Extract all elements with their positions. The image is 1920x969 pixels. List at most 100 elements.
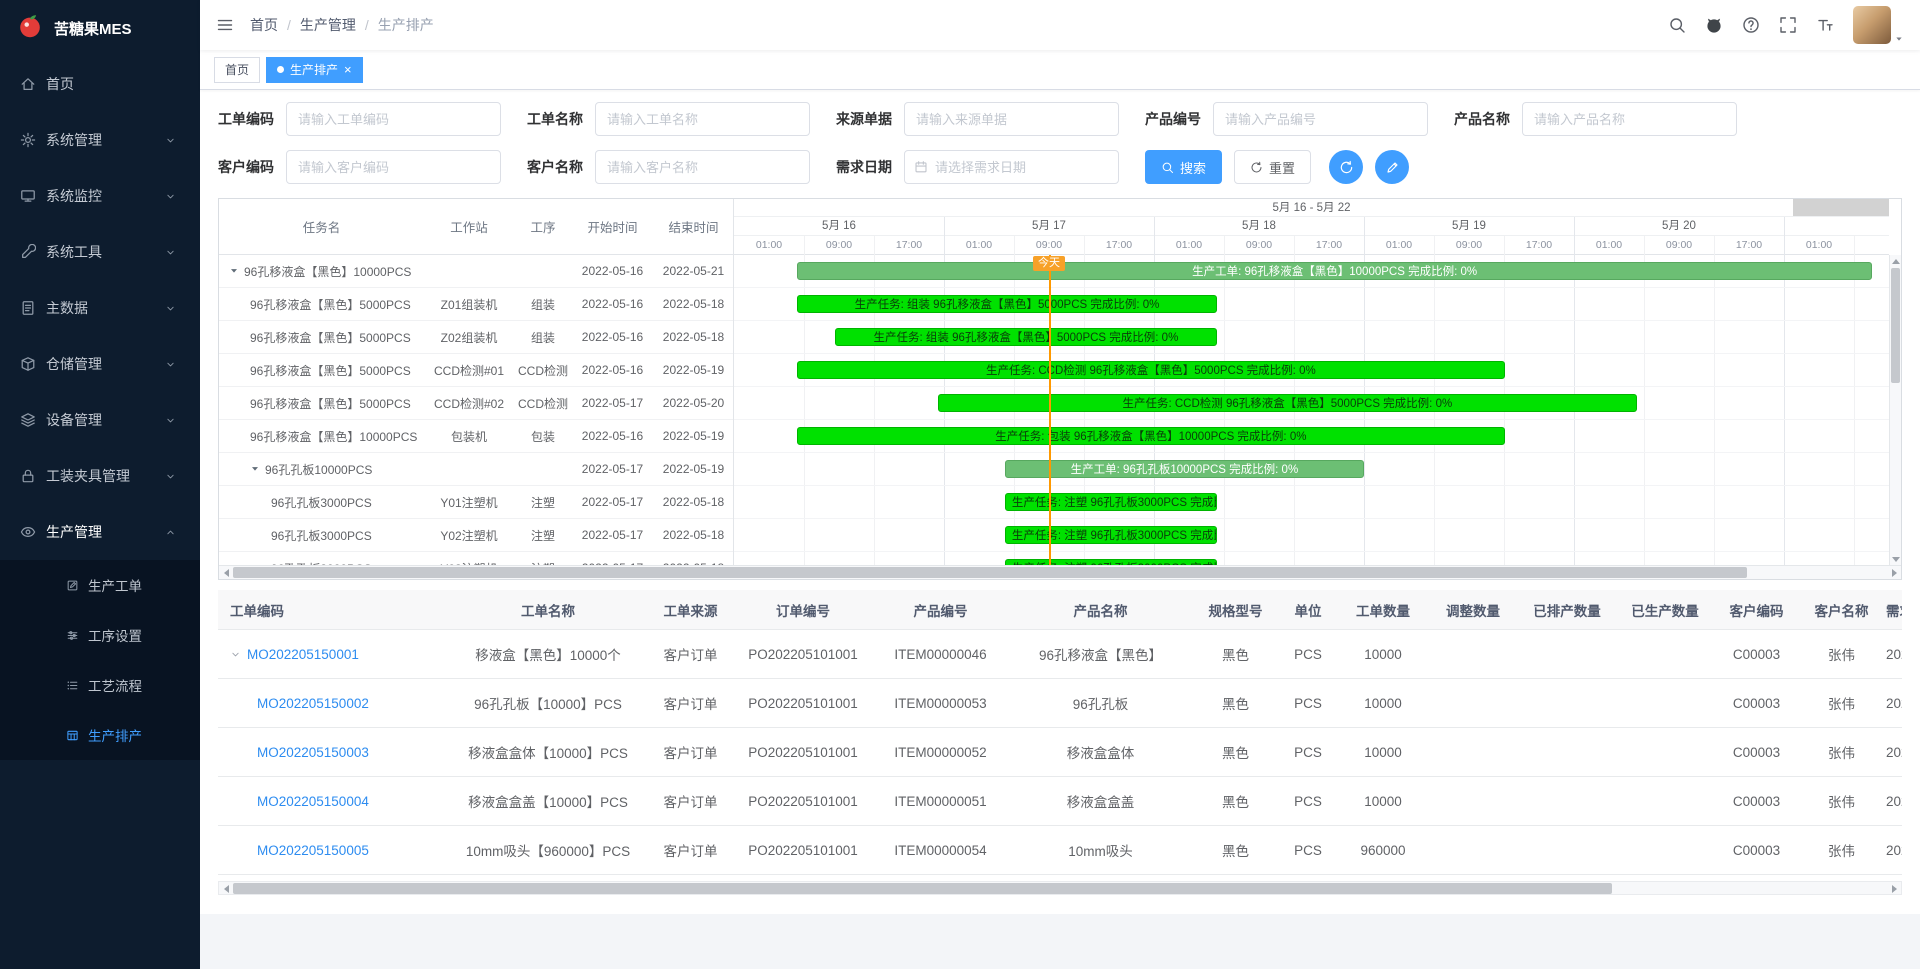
breadcrumb-item[interactable]: 首页 [250, 15, 278, 35]
refresh-circle-button[interactable] [1329, 150, 1363, 184]
search-button[interactable]: 搜索 [1145, 150, 1222, 184]
task-name-cell: 96孔孔板10000PCS [219, 461, 424, 478]
text-input[interactable] [595, 102, 810, 136]
gantt-task-row[interactable]: 96孔孔板10000PCS2022-05-172022-05-19 [219, 453, 733, 486]
scroll-up-arrow[interactable] [1890, 255, 1901, 267]
gantt-task-row[interactable]: 96孔移液盒【黑色】5000PCSCCD检测#02CCD检测2022-05-17… [219, 387, 733, 420]
gantt-bar-task[interactable]: 生产任务: CCD检测 96孔移液盒【黑色】5000PCS 完成比例: 0% [797, 361, 1505, 379]
gantt-bar-task[interactable]: 生产任务: 注塑 96孔孔板3000PCS 完成比例: 0% [1005, 493, 1217, 511]
sidebar-item-home[interactable]: 首页 [0, 56, 200, 112]
scroll-left-arrow[interactable] [219, 882, 233, 895]
gantt-task-row[interactable]: 96孔移液盒【黑色】5000PCSCCD检测#01CCD检测2022-05-16… [219, 354, 733, 387]
text-input-field[interactable] [298, 160, 489, 175]
order-code-link[interactable]: MO202205150005 [257, 843, 369, 858]
text-input-field[interactable] [607, 112, 798, 127]
orders-horizontal-scrollbar[interactable] [218, 881, 1902, 895]
timeline-time-label: 01:00 [1596, 236, 1622, 254]
scroll-right-arrow[interactable] [1887, 566, 1901, 579]
gantt-task-row[interactable]: 96孔移液盒【黑色】5000PCSZ01组装机组装2022-05-162022-… [219, 288, 733, 321]
gantt-task-row[interactable]: 96孔孔板3000PCSY03注塑机注塑2022-05-172022-05-18 [219, 552, 733, 565]
sidebar-subitem-process-flow[interactable]: 工艺流程 [0, 660, 200, 710]
topbar-help-button[interactable] [1742, 16, 1760, 34]
tab-首页[interactable]: 首页 [214, 57, 260, 83]
sidebar-item-fixture[interactable]: 工装夹具管理 [0, 448, 200, 504]
scroll-down-arrow[interactable] [1890, 553, 1901, 565]
sidebar-subitem-scheduling[interactable]: 生产排产 [0, 710, 200, 760]
reset-button[interactable]: 重置 [1234, 150, 1311, 184]
text-input[interactable] [286, 150, 501, 184]
row-expand-icon[interactable] [230, 649, 241, 660]
tree-expander-icon[interactable] [250, 464, 260, 474]
gantt-task-row[interactable]: 96孔移液盒【黑色】10000PCS包装机包装2022-05-162022-05… [219, 420, 733, 453]
gantt-bar-summary[interactable]: 生产工单: 96孔孔板10000PCS 完成比例: 0% [1005, 460, 1364, 478]
order-code-link[interactable]: MO202205150003 [257, 745, 369, 760]
date-input-field[interactable] [935, 160, 1107, 175]
task-cell: 2022-05-18 [653, 495, 733, 509]
text-input-field[interactable] [298, 112, 489, 127]
order-code-link[interactable]: MO202205150002 [257, 696, 369, 711]
topbar-search-button[interactable] [1668, 16, 1686, 34]
user-avatar[interactable] [1853, 6, 1891, 44]
sidebar-subitem-label: 工艺流程 [88, 675, 200, 695]
gantt-task-row[interactable]: 96孔孔板3000PCSY02注塑机注塑2022-05-172022-05-18 [219, 519, 733, 552]
orders-cell: 10000 [1338, 745, 1428, 760]
breadcrumb-item[interactable]: 生产管理 [300, 15, 356, 35]
edit-circle-button[interactable] [1375, 150, 1409, 184]
vertical-scroll-thumb[interactable] [1891, 268, 1900, 383]
text-input[interactable] [286, 102, 501, 136]
gantt-horizontal-scrollbar[interactable] [219, 565, 1901, 579]
horizontal-scroll-thumb[interactable] [233, 883, 1612, 894]
text-input-field[interactable] [1225, 112, 1416, 127]
order-code-link[interactable]: MO202205150001 [247, 647, 359, 662]
tree-expander-icon[interactable] [229, 266, 239, 276]
gantt-bar-task[interactable]: 生产任务: 注塑 96孔孔板3000PCS 完成比例: 0% [1005, 526, 1217, 544]
gantt-vertical-scrollbar[interactable] [1889, 255, 1901, 565]
text-input-field[interactable] [916, 112, 1107, 127]
topbar-font-size-button[interactable] [1816, 16, 1834, 34]
text-input[interactable] [595, 150, 810, 184]
gantt-task-row[interactable]: 96孔孔板3000PCSY01注塑机注塑2022-05-172022-05-18 [219, 486, 733, 519]
sidebar-item-equipment[interactable]: 设备管理 [0, 392, 200, 448]
gantt-bar-row: 生产任务: 组装 96孔移液盒【黑色】5000PCS 完成比例: 0% [734, 288, 1889, 321]
horizontal-scroll-thumb[interactable] [233, 567, 1747, 578]
sidebar-subitem-process-setting[interactable]: 工序设置 [0, 610, 200, 660]
gantt-bar-task[interactable]: 生产任务: 组装 96孔移液盒【黑色】5000PCS 完成比例: 0% [835, 328, 1217, 346]
text-input-field[interactable] [607, 160, 798, 175]
user-menu[interactable] [1853, 6, 1904, 44]
gantt-task-row[interactable]: 96孔移液盒【黑色】10000PCS2022-05-162022-05-21 [219, 255, 733, 288]
topbar-github-button[interactable] [1705, 16, 1723, 34]
gantt-bar-task[interactable]: 生产任务: 包装 96孔移液盒【黑色】10000PCS 完成比例: 0% [797, 427, 1505, 445]
orders-row[interactable]: MO20220515000296孔孔板【10000】PCS客户订单PO20220… [218, 679, 1902, 728]
orders-cell: 96孔孔板 [1008, 693, 1193, 713]
sidebar-item-production[interactable]: 生产管理 [0, 504, 200, 560]
topbar-fullscreen-button[interactable] [1779, 16, 1797, 34]
gantt-bar-summary[interactable]: 生产工单: 96孔移液盒【黑色】10000PCS 完成比例: 0% [797, 262, 1872, 280]
text-input[interactable] [1213, 102, 1428, 136]
gantt-bar-task[interactable]: 生产任务: 组装 96孔移液盒【黑色】5000PCS 完成比例: 0% [797, 295, 1217, 313]
orders-row[interactable]: MO202205150004移液盒盒盖【10000】PCS客户订单PO20220… [218, 777, 1902, 826]
scroll-left-arrow[interactable] [219, 566, 233, 579]
sidebar-item-tools[interactable]: 系统工具 [0, 224, 200, 280]
tab-close-icon[interactable]: × [344, 63, 352, 76]
scroll-right-arrow[interactable] [1887, 882, 1901, 895]
sidebar-item-monitor[interactable]: 系统监控 [0, 168, 200, 224]
orders-cell: 黑色 [1193, 791, 1278, 811]
app-logo[interactable]: 苦糖果MES [0, 0, 200, 56]
sidebar-item-warehouse[interactable]: 仓储管理 [0, 336, 200, 392]
orders-row[interactable]: MO202205150001移液盒【黑色】10000个客户订单PO2022051… [218, 630, 1902, 679]
date-input[interactable] [904, 150, 1119, 184]
orders-row[interactable]: MO20220515000510mm吸头【960000】PCS客户订单PO202… [218, 826, 1902, 875]
sidebar-item-system[interactable]: 系统管理 [0, 112, 200, 168]
hamburger-icon[interactable] [216, 16, 234, 34]
orders-row[interactable]: MO202205150003移液盒盒体【10000】PCS客户订单PO20220… [218, 728, 1902, 777]
order-code-link[interactable]: MO202205150004 [257, 794, 369, 809]
tab-生产排产[interactable]: 生产排产× [266, 57, 363, 83]
text-input-field[interactable] [1534, 112, 1725, 127]
gantt-bar-task[interactable]: 生产任务: CCD检测 96孔移液盒【黑色】5000PCS 完成比例: 0% [938, 394, 1637, 412]
task-name: 96孔移液盒【黑色】5000PCS [250, 395, 411, 412]
sidebar-item-master-data[interactable]: 主数据 [0, 280, 200, 336]
text-input[interactable] [904, 102, 1119, 136]
gantt-task-row[interactable]: 96孔移液盒【黑色】5000PCSZ02组装机组装2022-05-162022-… [219, 321, 733, 354]
text-input[interactable] [1522, 102, 1737, 136]
sidebar-subitem-work-order[interactable]: 生产工单 [0, 560, 200, 610]
